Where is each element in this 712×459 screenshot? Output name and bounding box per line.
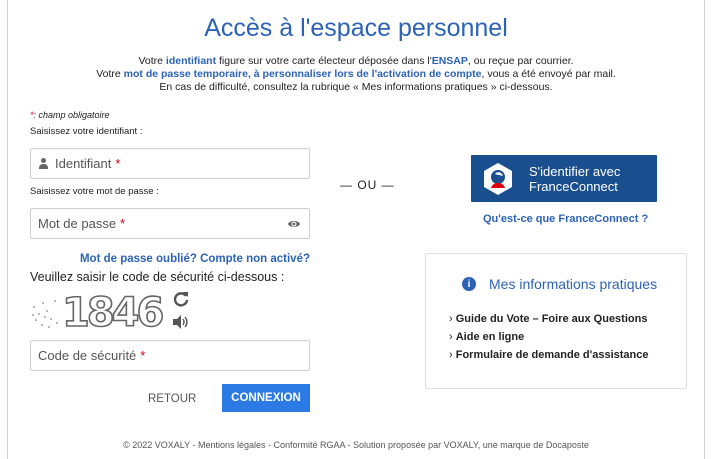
what-is-franceconnect-link[interactable]: Qu'est-ce que FranceConnect ?	[483, 213, 648, 225]
password-placeholder: Mot de passe	[38, 216, 117, 231]
forgot-password-link[interactable]: Mot de passe oublié? Compte non activé?	[30, 253, 310, 265]
intro-text-segment: Votre	[138, 55, 166, 67]
identifiant-placeholder: Identifiant	[55, 156, 112, 171]
footer: © 2022 VOXALY - Mentions légales - Confo…	[123, 440, 589, 450]
franceconnect-button[interactable]: S'identifier avec FranceConnect	[471, 155, 657, 202]
info-panel-header: i Mes informations pratiques	[462, 276, 657, 292]
intro-text-segment: , ou reçue par courrier.	[467, 55, 574, 67]
captcha-code: 1846	[62, 290, 162, 334]
show-password-eye-icon[interactable]	[287, 217, 301, 231]
required-star: *	[115, 156, 121, 171]
required-star: *	[120, 216, 126, 231]
password-label: Saisissez votre mot de passe :	[30, 186, 159, 197]
identifiant-link[interactable]: identifiant	[166, 55, 216, 67]
intro-text-segment: Votre	[96, 68, 124, 80]
info-icon: i	[462, 277, 476, 291]
info-panel: i Mes informations pratiques Guide du Vo…	[425, 253, 687, 389]
security-code-placeholder: Code de sécurité	[38, 348, 137, 363]
intro-text-segment: , vous a été envoyé par mail.	[481, 68, 616, 80]
online-help-link[interactable]: Aide en ligne	[449, 328, 648, 346]
franceconnect-line1: S'identifier avec	[529, 163, 621, 179]
intro-text: Votre identifiant figure sur votre carte…	[0, 55, 712, 94]
franceconnect-logo-icon	[484, 162, 512, 195]
identifiant-input[interactable]: Identifiant *	[30, 148, 310, 179]
connexion-button[interactable]: CONNEXION	[222, 384, 310, 412]
guide-vote-link[interactable]: Guide du Vote – Foire aux Questions	[449, 310, 648, 328]
or-separator: — OU —	[340, 178, 395, 192]
temp-password-highlight: mot de passe temporaire, à personnaliser…	[123, 68, 482, 80]
assistance-form-link[interactable]: Formulaire de demande d'assistance	[449, 346, 649, 364]
required-star: *	[140, 348, 146, 363]
captcha-image: 1846	[30, 288, 165, 334]
intro-help-line: En cas de difficulté, consultez la rubri…	[159, 81, 553, 93]
refresh-captcha-icon[interactable]	[172, 290, 190, 308]
franceconnect-line2: FranceConnect	[529, 178, 618, 194]
page-title: Accès à l'espace personnel	[204, 14, 508, 42]
user-icon	[38, 158, 49, 169]
password-input[interactable]: Mot de passe *	[30, 208, 310, 239]
identifiant-label: Saisissez votre identifiant :	[30, 126, 143, 137]
info-panel-title: Mes informations pratiques	[489, 276, 658, 292]
captcha-label: Veuillez saisir le code de sécurité ci-d…	[30, 270, 285, 284]
required-note: *: champ obligatoire	[30, 110, 110, 120]
retour-button[interactable]: RETOUR	[148, 393, 196, 405]
intro-text-segment: figure sur votre carte électeur déposée …	[216, 55, 432, 67]
security-code-input[interactable]: Code de sécurité *	[30, 340, 310, 371]
audio-captcha-icon[interactable]	[172, 314, 190, 330]
required-note-text: : champ obligatoire	[33, 110, 110, 120]
ensap-link[interactable]: ENSAP	[432, 55, 468, 67]
info-links-list: Guide du Vote – Foire aux Questions Aide…	[449, 310, 649, 364]
